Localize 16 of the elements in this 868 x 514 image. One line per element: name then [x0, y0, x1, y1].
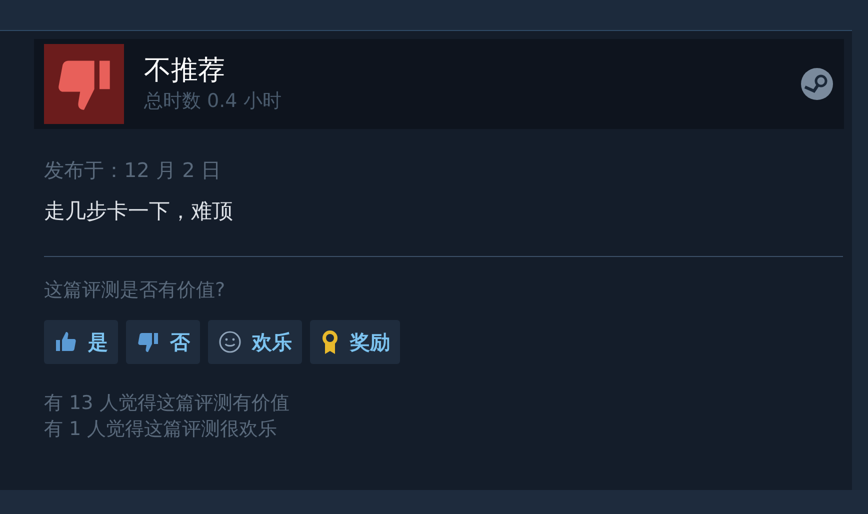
vote-button[interactable]: 是 — [44, 320, 118, 364]
vote-count: 有 13 人觉得这篇评测有价值 — [44, 391, 290, 416]
vote-button[interactable]: 否 — [126, 320, 200, 364]
steam-logo-icon — [800, 67, 834, 101]
posted-date: 发布于：12 月 2 日 — [44, 157, 222, 184]
medal-icon — [320, 329, 340, 355]
review-text: 走几步卡一下，难顶 — [44, 198, 234, 225]
helpful-question: 这篇评测是否有价值? — [44, 278, 226, 303]
thumbs-up-icon — [54, 330, 78, 354]
smiley-icon — [218, 330, 242, 354]
thumbs-down-icon — [136, 330, 160, 354]
vote-button[interactable]: 奖励 — [310, 320, 400, 364]
playtime: 总时数 0.4 小时 — [144, 89, 282, 114]
vote-count: 有 1 人觉得这篇评测很欢乐 — [44, 417, 278, 442]
vote-button[interactable]: 欢乐 — [208, 320, 302, 364]
verdict-title: 不推荐 — [144, 54, 226, 88]
